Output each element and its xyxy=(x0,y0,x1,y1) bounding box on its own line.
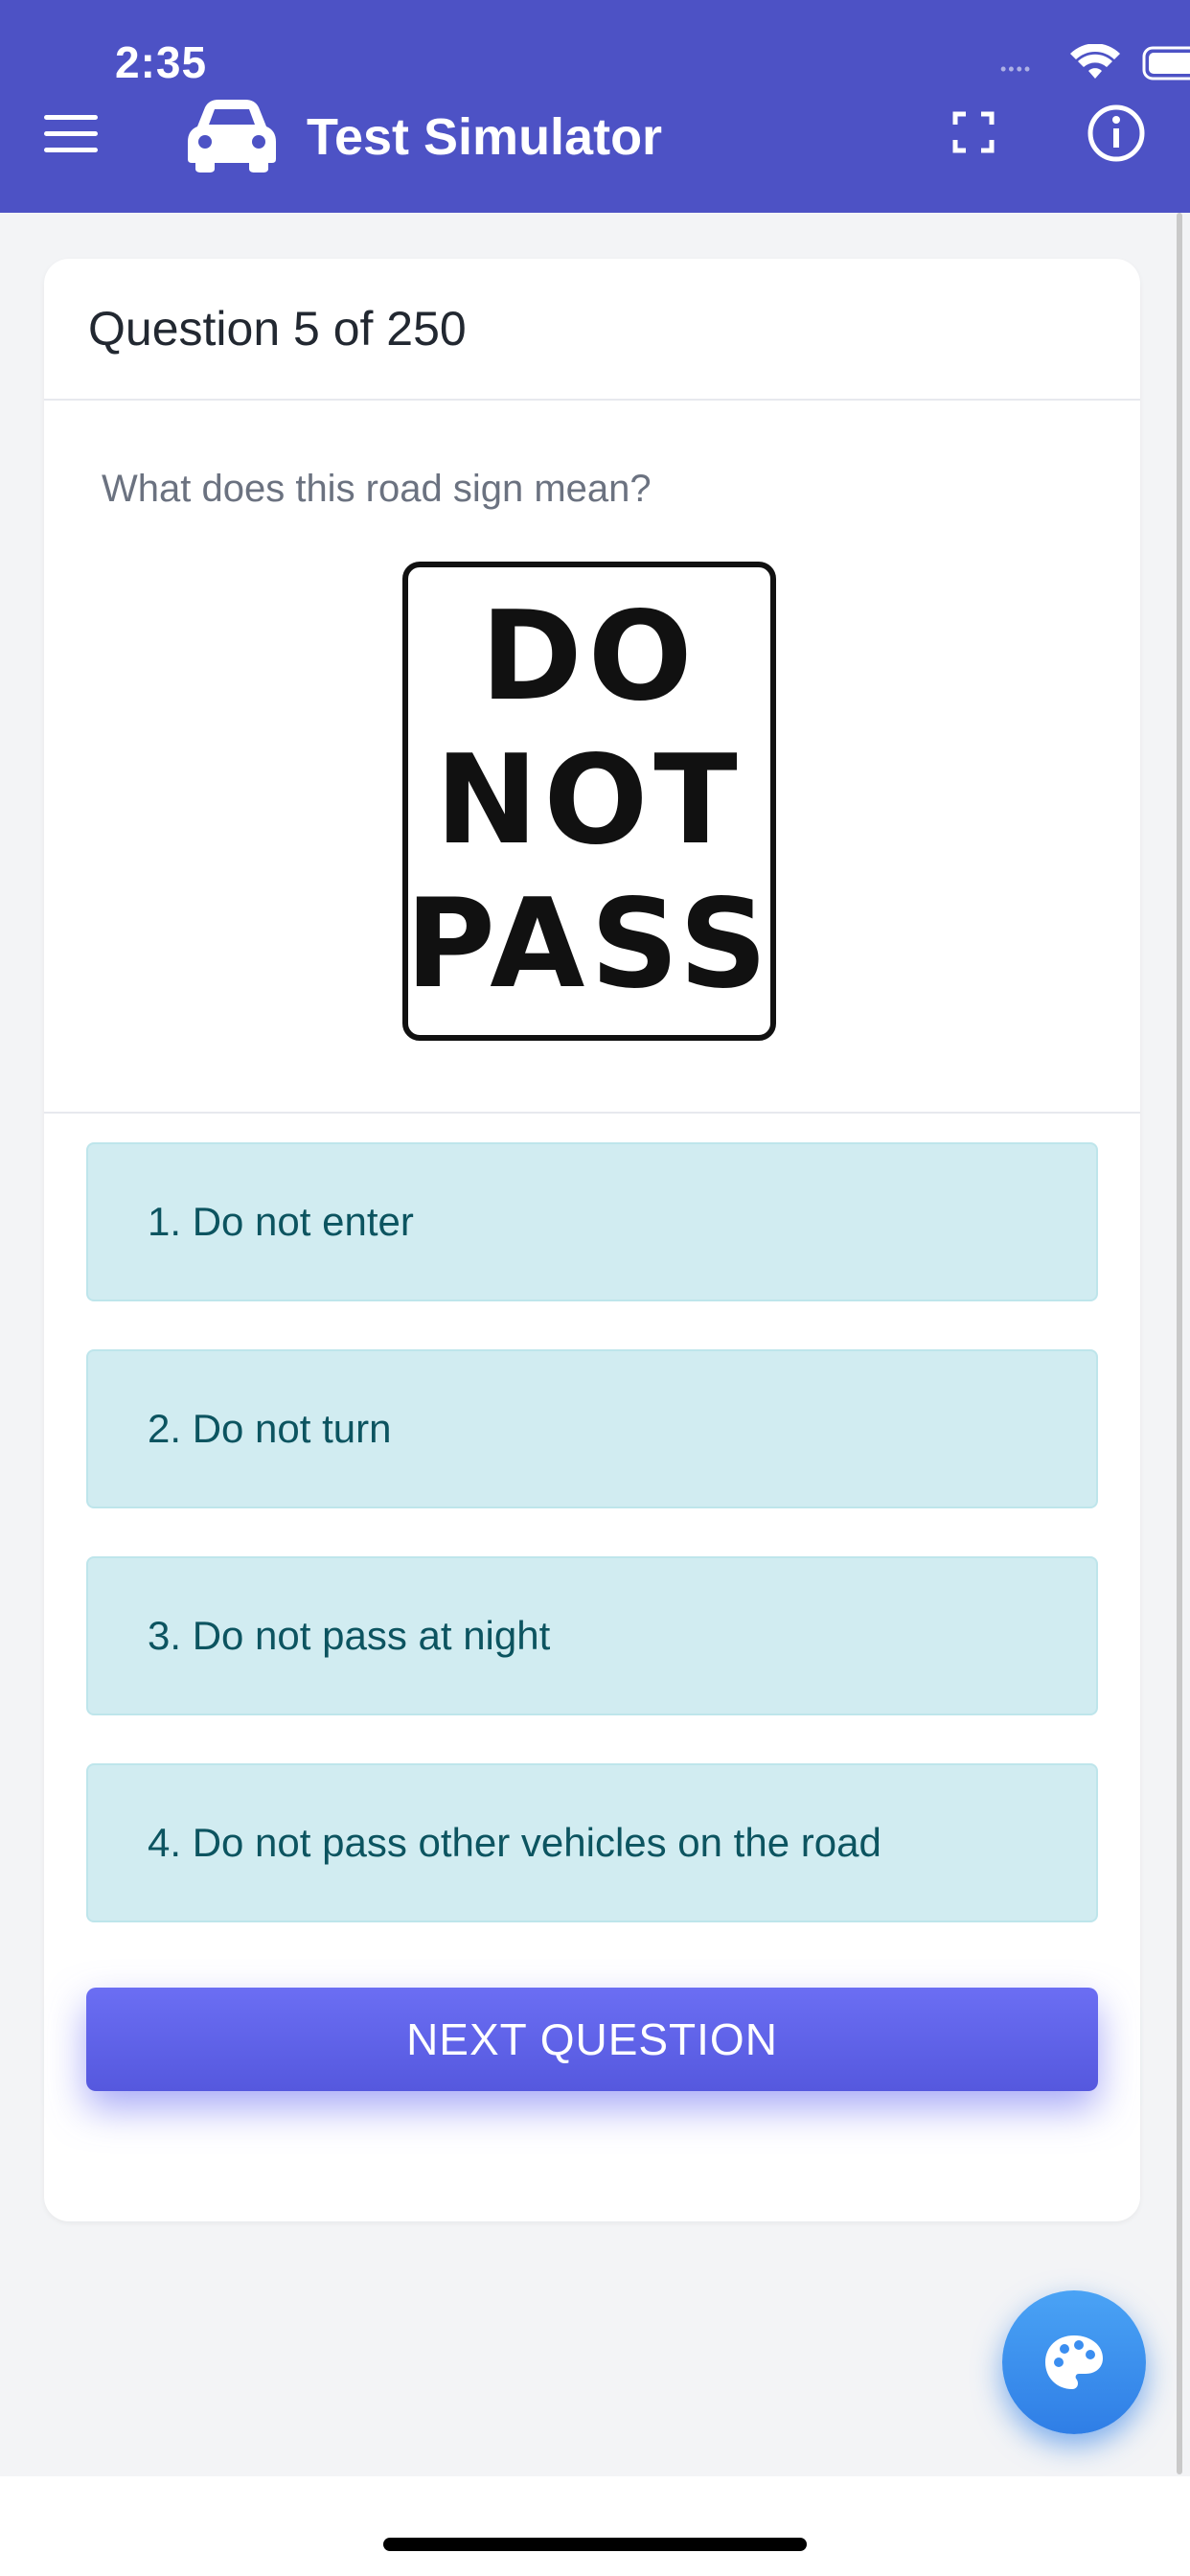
fullscreen-icon[interactable] xyxy=(952,111,995,153)
answer-list: 1. Do not enter 2. Do not turn 3. Do not… xyxy=(86,1142,1098,1970)
battery-icon xyxy=(1142,46,1190,80)
home-indicator xyxy=(383,2538,807,2551)
palette-icon xyxy=(1045,2335,1103,2389)
info-icon[interactable] xyxy=(1087,104,1146,163)
sign-text-line: NOT xyxy=(435,729,744,872)
theme-palette-button[interactable] xyxy=(1002,2290,1146,2434)
answer-label: 4. Do not pass other vehicles on the roa… xyxy=(148,1820,881,1865)
answer-option-2[interactable]: 2. Do not turn xyxy=(86,1349,1098,1508)
card-header: Question 5 of 250 xyxy=(44,259,1140,401)
answer-label: 2. Do not turn xyxy=(148,1406,392,1451)
scrollbar[interactable] xyxy=(1177,213,1182,2474)
question-text: What does this road sign mean? xyxy=(102,468,652,510)
answer-option-3[interactable]: 3. Do not pass at night xyxy=(86,1556,1098,1715)
next-question-label: NEXT QUESTION xyxy=(406,2014,778,2064)
status-time: 2:35 xyxy=(115,37,208,87)
menu-icon[interactable] xyxy=(44,115,98,153)
app-bar: 2:35 •••• Test Simulator xyxy=(0,0,1190,213)
sign-text-line: DO xyxy=(480,586,698,728)
sign-text-line: PASS xyxy=(405,873,773,1016)
app-title: Test Simulator xyxy=(307,108,663,166)
divider xyxy=(44,1112,1140,1114)
next-question-button[interactable]: NEXT QUESTION xyxy=(86,1988,1098,2091)
answer-label: 3. Do not pass at night xyxy=(148,1613,551,1658)
answer-option-1[interactable]: 1. Do not enter xyxy=(86,1142,1098,1301)
question-card: Question 5 of 250 What does this road si… xyxy=(44,259,1140,2221)
answer-label: 1. Do not enter xyxy=(148,1199,414,1244)
bottom-safe-area xyxy=(0,2476,1190,2576)
answer-option-4[interactable]: 4. Do not pass other vehicles on the roa… xyxy=(86,1763,1098,1922)
wifi-icon xyxy=(1070,44,1120,79)
cellular-signal-icon: •••• xyxy=(1000,59,1033,79)
car-icon xyxy=(188,100,276,172)
road-sign-image: DO NOT PASS xyxy=(402,562,776,1041)
question-counter: Question 5 of 250 xyxy=(88,302,467,356)
